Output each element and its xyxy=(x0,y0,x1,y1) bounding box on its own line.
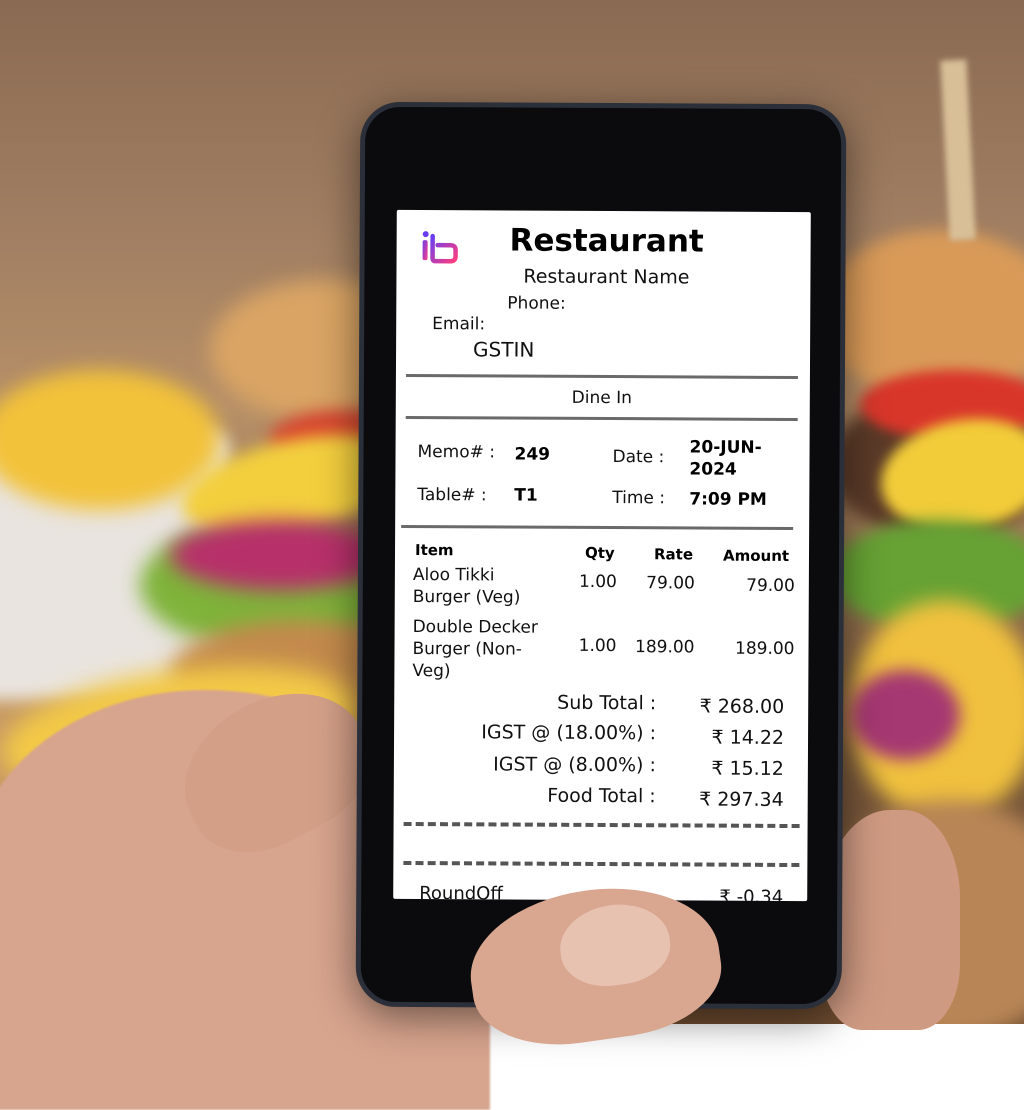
divider xyxy=(401,524,794,531)
subtotal-label: Sub Total : xyxy=(557,691,657,715)
time-value: 7:09 PM xyxy=(689,489,767,510)
column-header-qty: Qty xyxy=(584,543,615,563)
gstin-label: GSTIN xyxy=(473,337,535,362)
subtotal-value: ₹ 268.00 xyxy=(699,695,785,718)
receipt-screen: Restaurant Restaurant Name Phone: Email:… xyxy=(393,209,811,902)
column-header-rate: Rate xyxy=(653,545,694,564)
table-value: T1 xyxy=(514,485,538,506)
food-total-label: Food Total : xyxy=(547,784,656,808)
food-total-value: ₹ 297.34 xyxy=(699,788,784,811)
smartphone: Restaurant Restaurant Name Phone: Email:… xyxy=(355,101,847,1010)
order-type: Dine In xyxy=(571,387,633,409)
dashed-divider xyxy=(403,860,800,868)
receipt-title: Restaurant xyxy=(509,222,704,260)
divider xyxy=(405,415,798,422)
email-label: Email: xyxy=(432,314,486,335)
phone-label: Phone: xyxy=(507,293,566,314)
item-amount: 79.00 xyxy=(746,575,795,597)
roundoff-label: RoundOff xyxy=(419,883,503,902)
igst-18-label: IGST @ (18.00%) : xyxy=(481,721,657,745)
item-name: Double Decker Burger (Non- Veg) xyxy=(412,617,538,682)
item-name: Aloo Tikki Burger (Veg) xyxy=(412,565,521,608)
item-amount: 189.00 xyxy=(734,638,795,660)
date-label: Date : xyxy=(612,447,665,468)
app-logo-icon xyxy=(422,231,458,264)
divider xyxy=(405,373,798,380)
igst-8-label: IGST @ (8.00%) : xyxy=(493,753,656,777)
time-label: Time : xyxy=(612,488,666,509)
column-header-amount: Amount xyxy=(722,546,790,565)
igst-18-value: ₹ 14.22 xyxy=(711,726,785,749)
date-value-line2: 2024 xyxy=(689,459,737,480)
item-qty: 1.00 xyxy=(578,571,617,593)
date-value-line1: 20-JUN- xyxy=(689,437,762,458)
item-rate: 189.00 xyxy=(634,637,695,658)
column-header-item: Item xyxy=(414,541,454,560)
table-label: Table# : xyxy=(417,485,487,506)
dashed-divider xyxy=(403,821,800,829)
igst-8-value: ₹ 15.12 xyxy=(711,757,784,780)
roundoff-value: ₹ -0.34 xyxy=(719,886,784,902)
item-qty: 1.00 xyxy=(578,635,617,657)
item-rate: 79.00 xyxy=(646,573,695,594)
memo-label: Memo# : xyxy=(417,442,496,463)
memo-value: 249 xyxy=(514,444,551,465)
restaurant-name: Restaurant Name xyxy=(523,265,690,289)
